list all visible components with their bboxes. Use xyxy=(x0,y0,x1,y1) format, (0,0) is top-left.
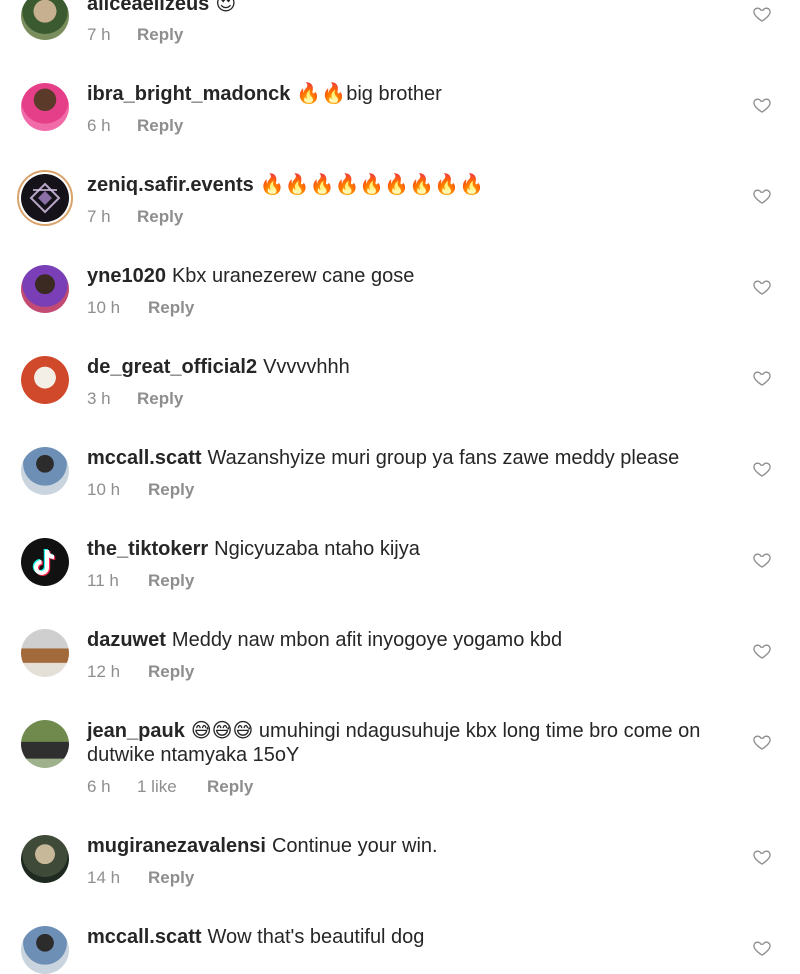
tiktok-logo-icon xyxy=(32,548,56,576)
reply-button[interactable]: Reply xyxy=(148,868,194,888)
comment-time: 7 h xyxy=(87,207,111,226)
comment-time: 11 h xyxy=(87,571,119,590)
reply-button[interactable]: Reply xyxy=(137,116,183,136)
heart-icon[interactable] xyxy=(752,368,772,388)
comment-text: Meddy naw mbon afit inyogoye yogamo kbd xyxy=(171,629,563,651)
comment-text: Wazanshyize muri group ya fans zawe medd… xyxy=(207,447,680,469)
avatar[interactable] xyxy=(21,629,69,677)
comment-time: 6 h xyxy=(87,116,111,135)
comment-username[interactable]: zeniq.safir.events xyxy=(87,174,254,196)
comment-username[interactable]: dazuwet xyxy=(87,629,166,651)
avatar[interactable] xyxy=(21,265,69,313)
comment-username[interactable]: jean_pauk xyxy=(87,720,185,742)
avatar[interactable] xyxy=(21,83,69,131)
comment-text: 🔥🔥big brother xyxy=(296,83,442,105)
comment-item: the_tiktokerr Ngicyuzaba ntaho kijya 11 h… xyxy=(0,0,800,590)
comment-text: Continue your win. xyxy=(271,835,438,857)
heart-icon[interactable] xyxy=(752,847,772,867)
avatar[interactable] xyxy=(21,447,69,495)
comment-time: 14 h xyxy=(87,868,121,887)
reply-button[interactable]: Reply xyxy=(207,777,253,797)
comment-time: 3 h xyxy=(87,389,111,408)
heart-icon[interactable] xyxy=(752,95,772,115)
avatar[interactable] xyxy=(21,926,69,974)
comment-username[interactable]: de_great_official2 xyxy=(87,356,257,378)
comment-time: 10 h xyxy=(87,480,121,499)
comment-text: 🔥🔥🔥🔥🔥🔥🔥🔥🔥 xyxy=(259,174,484,196)
comment-time: 12 h xyxy=(87,662,121,681)
avatar[interactable] xyxy=(21,835,69,883)
comment-text: Vvvvvhhh xyxy=(263,356,350,378)
comment-time: 6 h xyxy=(87,777,111,796)
comment-time: 10 h xyxy=(87,298,121,317)
avatar[interactable] xyxy=(21,538,69,586)
heart-icon[interactable] xyxy=(752,186,772,206)
heart-icon[interactable] xyxy=(752,732,772,752)
reply-button[interactable]: Reply xyxy=(148,571,194,591)
avatar-story-ring[interactable] xyxy=(17,170,73,226)
logo-icon xyxy=(29,182,61,214)
reply-button[interactable]: Reply xyxy=(148,480,194,500)
avatar xyxy=(21,174,69,222)
comment-text: Wow that's beautiful dog xyxy=(207,926,425,948)
comment-text: Ngicyuzaba ntaho kijya xyxy=(214,538,420,560)
comment-username[interactable]: yne1020 xyxy=(87,265,166,287)
comment-username[interactable]: mugiranezavalensi xyxy=(87,835,266,857)
like-count[interactable]: 1 like xyxy=(137,777,207,797)
heart-icon[interactable] xyxy=(752,277,772,297)
comment-text: Kbx uranezerew cane gose xyxy=(171,265,415,287)
comment-username[interactable]: mccall.scatt xyxy=(87,447,202,469)
reply-button[interactable]: Reply xyxy=(137,389,183,409)
comment-username[interactable]: the_tiktokerr xyxy=(87,538,208,560)
reply-button[interactable]: Reply xyxy=(148,662,194,682)
heart-icon[interactable] xyxy=(752,459,772,479)
comment-username[interactable]: ibra_bright_madonck xyxy=(87,83,290,105)
heart-icon[interactable] xyxy=(752,641,772,661)
reply-button[interactable]: Reply xyxy=(137,207,183,227)
avatar[interactable] xyxy=(21,356,69,404)
heart-icon[interactable] xyxy=(752,550,772,570)
comment-username[interactable]: mccall.scatt xyxy=(87,926,202,948)
avatar[interactable] xyxy=(21,720,69,768)
heart-icon[interactable] xyxy=(752,938,772,958)
reply-button[interactable]: Reply xyxy=(148,298,194,318)
